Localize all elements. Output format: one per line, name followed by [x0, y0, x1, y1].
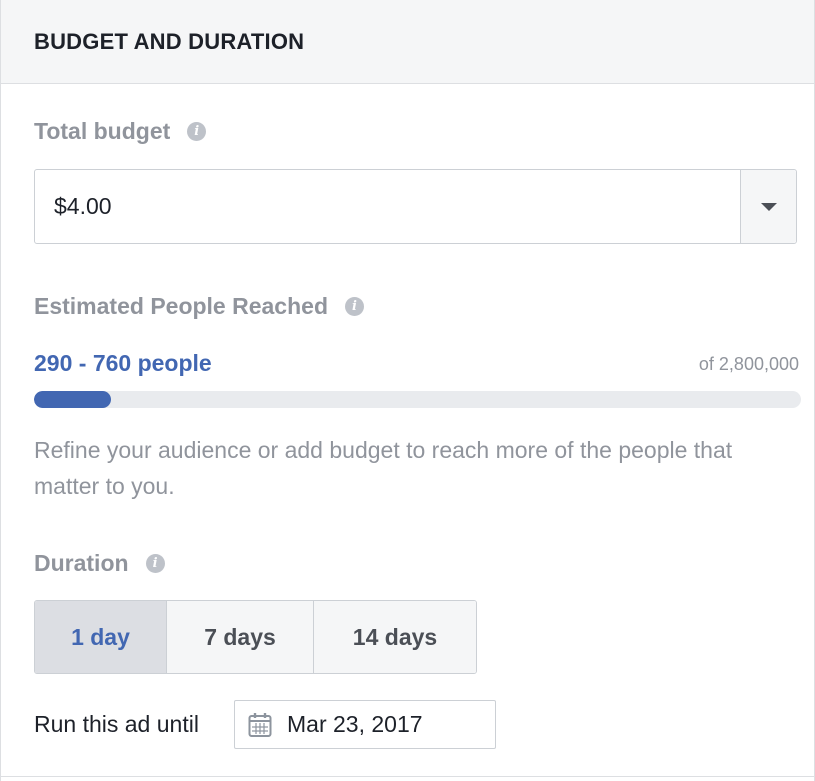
total-budget-select[interactable]: $4.00 — [34, 169, 797, 244]
info-icon[interactable]: i — [345, 297, 364, 316]
info-icon[interactable]: i — [145, 554, 165, 573]
end-date-value: Mar 23, 2017 — [287, 711, 423, 737]
duration-option-1-day[interactable]: 1 day — [35, 601, 167, 673]
reach-range: 290 - 760 people — [34, 350, 212, 376]
total-budget-value: $4.00 — [54, 193, 112, 219]
panel-title: BUDGET AND DURATION — [34, 28, 305, 54]
estimated-reach-label-row: Estimated People Reached i — [34, 293, 364, 320]
total-budget-label-row: Total budget i — [34, 118, 207, 145]
reach-progress-bar — [34, 391, 801, 408]
estimated-reach-label: Estimated People Reached — [34, 293, 328, 319]
caret-down-icon — [760, 202, 777, 211]
info-icon[interactable]: i — [187, 122, 207, 141]
reach-progress-fill — [34, 391, 111, 408]
duration-button-group: 1 day 7 days 14 days — [34, 600, 477, 674]
duration-option-7-days[interactable]: 7 days — [167, 601, 314, 673]
budget-dropdown-button[interactable] — [740, 170, 796, 243]
total-budget-label: Total budget — [34, 118, 171, 144]
duration-label: Duration — [34, 550, 129, 576]
end-date-picker[interactable]: Mar 23, 2017 — [234, 700, 496, 749]
reach-total: of 2,800,000 — [698, 354, 799, 374]
reach-description: Refine your audience or add budget to re… — [34, 437, 733, 499]
calendar-icon — [248, 712, 272, 737]
panel-header: BUDGET AND DURATION — [1, 0, 814, 84]
duration-option-14-days[interactable]: 14 days — [314, 601, 476, 673]
budget-duration-panel: BUDGET AND DURATION Total budget i $4.00… — [0, 0, 815, 781]
run-until-label: Run this ad until — [34, 711, 199, 737]
duration-label-row: Duration i — [34, 550, 165, 577]
bottom-divider — [1, 776, 814, 777]
